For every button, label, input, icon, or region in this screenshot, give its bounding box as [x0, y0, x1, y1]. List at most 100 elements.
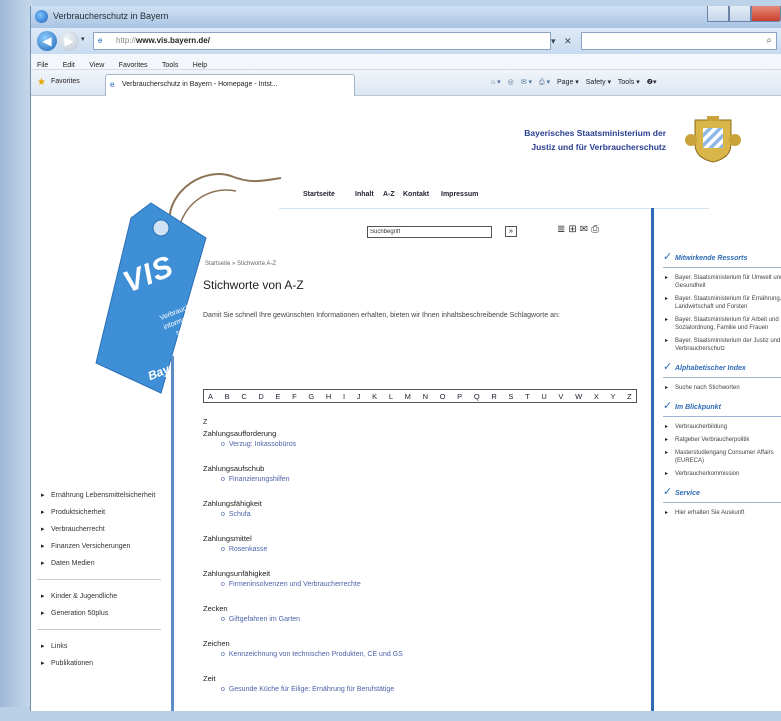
history-dropdown-icon[interactable]: ▾: [81, 36, 89, 44]
right-link[interactable]: ▸ Masterstudiengang Consumer Affairs (EUR…: [663, 449, 781, 465]
sidebar-item-produktsicherheit[interactable]: ▸ Produktsicherheit: [37, 508, 167, 518]
right-link[interactable]: ▸ Bayer. Staatsministerium für Arbeit und…: [663, 316, 781, 332]
safety-menu[interactable]: Safety ▾: [586, 79, 611, 86]
sidebar-item-finanzen[interactable]: ▸ Finanzen Versicherungen: [37, 542, 167, 552]
letter-e[interactable]: E: [276, 392, 281, 401]
letter-h[interactable]: H: [326, 392, 331, 401]
keyword-list: Z Zahlungsaufforderung Verzug: Inkassobü…: [203, 418, 623, 708]
right-link[interactable]: ▸ Bayer. Staatsministerium für Ernährung,…: [663, 295, 781, 311]
section-heading: ✓ Service: [663, 486, 781, 500]
letter-i[interactable]: I: [343, 392, 345, 401]
letter-c[interactable]: C: [241, 392, 246, 401]
letter-v[interactable]: V: [558, 392, 563, 401]
help-menu[interactable]: ❷▾: [647, 79, 657, 86]
close-button[interactable]: [751, 6, 781, 22]
sidebar-item-label: Verbraucherrecht: [51, 526, 105, 533]
keyword-link[interactable]: Rosenkasse: [203, 544, 623, 555]
compat-icon[interactable]: ▾: [551, 36, 556, 46]
sidebar-item-generation-50plus[interactable]: ▸ Generation 50plus: [37, 609, 167, 619]
stop-icon[interactable]: ✕: [564, 36, 572, 46]
site-search-input[interactable]: [367, 226, 492, 238]
letter-a[interactable]: A: [208, 392, 213, 401]
forward-button[interactable]: ▶: [59, 31, 79, 51]
nav-a-z[interactable]: A-Z: [383, 191, 395, 198]
letter-x[interactable]: X: [594, 392, 599, 401]
breadcrumb[interactable]: Startseite » Stichworte A-Z: [205, 261, 276, 267]
right-link[interactable]: ▸ Suche nach Stichworten: [663, 384, 781, 392]
url-input[interactable]: e http://www.vis.bayern.de/: [93, 32, 551, 50]
letter-d[interactable]: D: [258, 392, 263, 401]
letter-w[interactable]: W: [575, 392, 582, 401]
favorites-star-icon[interactable]: ★: [37, 77, 46, 88]
sidebar-item-verbraucherrecht[interactable]: ▸ Verbraucherrecht: [37, 525, 167, 535]
back-button[interactable]: ◀: [37, 31, 57, 51]
keyword-link[interactable]: Firmeninsolvenzen und Verbraucherrechte: [203, 579, 623, 590]
letter-j[interactable]: J: [357, 392, 361, 401]
letter-b[interactable]: B: [225, 392, 230, 401]
letter-m[interactable]: M: [405, 392, 411, 401]
letter-q[interactable]: Q: [474, 392, 480, 401]
keyword-link[interactable]: Gesunde Küche für Eilige: Ernährung für …: [203, 684, 623, 695]
right-link[interactable]: ▸ Ratgeber Verbraucherpolitik: [663, 436, 781, 444]
sidebar-item-daten-medien[interactable]: ▸ Daten Medien: [37, 559, 167, 569]
nav-inhalt[interactable]: Inhalt: [355, 191, 374, 198]
page-menu[interactable]: Page ▾: [557, 79, 579, 86]
bullet-icon: ▸: [41, 610, 45, 617]
letter-r[interactable]: R: [491, 392, 496, 401]
keyword-link[interactable]: Kennzeichnung von technischen Produkten,…: [203, 649, 623, 660]
browser-tab[interactable]: e Verbraucherschutz in Bayern - Homepage…: [105, 74, 355, 96]
right-link[interactable]: ▸ Hier erhalten Sie Auskunft: [663, 509, 781, 517]
letter-g[interactable]: G: [308, 392, 314, 401]
print-icon[interactable]: ⎙ ▾: [539, 79, 550, 86]
right-link[interactable]: ▸ Verbraucherkommission: [663, 470, 781, 478]
site-search-button[interactable]: »: [505, 226, 517, 237]
letter-k[interactable]: K: [372, 392, 377, 401]
keyword-link[interactable]: Giftgefahren im Garten: [203, 614, 623, 625]
keyword-link[interactable]: Schufa: [203, 509, 623, 520]
letter-t[interactable]: T: [525, 392, 530, 401]
window-controls: [701, 6, 781, 24]
email-icon[interactable]: ✉: [580, 224, 591, 235]
sidebar-item-ernaehrung[interactable]: ▸ Ernährung Lebensmittelsicherheit: [37, 491, 167, 501]
favorites-button[interactable]: Favorites: [51, 78, 80, 85]
checkmark-icon: ✓: [663, 251, 673, 263]
feeds-icon[interactable]: ◎: [508, 79, 514, 86]
sitemap-icon[interactable]: ⊞: [568, 224, 579, 235]
letter-z[interactable]: Z: [627, 392, 632, 401]
letter-n[interactable]: N: [423, 392, 428, 401]
sidebar-item-links[interactable]: ▸ Links: [37, 642, 167, 652]
section-rule: [663, 267, 781, 268]
read-mail-icon[interactable]: ✉ ▾: [521, 79, 532, 86]
minimize-button[interactable]: [707, 6, 729, 22]
letter-p[interactable]: P: [457, 392, 462, 401]
text-size-icon[interactable]: ≣: [557, 224, 568, 235]
letter-l[interactable]: L: [389, 392, 393, 401]
letter-f[interactable]: F: [292, 392, 297, 401]
tools-menu[interactable]: Tools ▾: [618, 79, 640, 86]
letter-y[interactable]: Y: [610, 392, 615, 401]
nav-startseite[interactable]: Startseite: [303, 191, 335, 198]
list-item: Zeichen Kennzeichnung von technischen Pr…: [203, 638, 623, 660]
right-section-service: ✓ Service ▸ Hier erhalten Sie Auskunft: [663, 486, 781, 517]
sidebar-item-publikationen[interactable]: ▸ Publikationen: [37, 659, 167, 669]
nav-kontakt[interactable]: Kontakt: [403, 191, 429, 198]
sidebar-divider: [37, 629, 161, 630]
keyword-link[interactable]: Finanzierungshilfen: [203, 474, 623, 485]
right-link[interactable]: ▸ Verbraucherbildung: [663, 423, 781, 431]
right-link[interactable]: ▸ Bayer. Staatsministerium für Umwelt und…: [663, 274, 781, 290]
print-page-icon[interactable]: ⎙: [591, 224, 602, 235]
home-icon[interactable]: ⌂ ▾: [491, 79, 501, 86]
sidebar-item-kinder[interactable]: ▸ Kinder & Jugendliche: [37, 592, 167, 602]
bullet-icon: ▸: [41, 643, 45, 650]
letter-s[interactable]: S: [508, 392, 513, 401]
nav-impressum[interactable]: Impressum: [441, 191, 478, 198]
letter-u[interactable]: U: [541, 392, 546, 401]
keyword-link[interactable]: Verzug: Inkassobüros: [203, 439, 623, 450]
letter-o[interactable]: O: [440, 392, 446, 401]
browser-search-input[interactable]: ⌕: [581, 32, 777, 50]
right-link[interactable]: ▸ Bayer. Staatsministerium der Justiz und…: [663, 337, 781, 353]
right-link-label: Bayer. Staatsministerium der Justiz und …: [675, 338, 781, 352]
maximize-button[interactable]: [729, 6, 751, 22]
search-icon[interactable]: ⌕: [766, 35, 772, 46]
sidebar-item-label: Generation 50plus: [51, 610, 109, 617]
